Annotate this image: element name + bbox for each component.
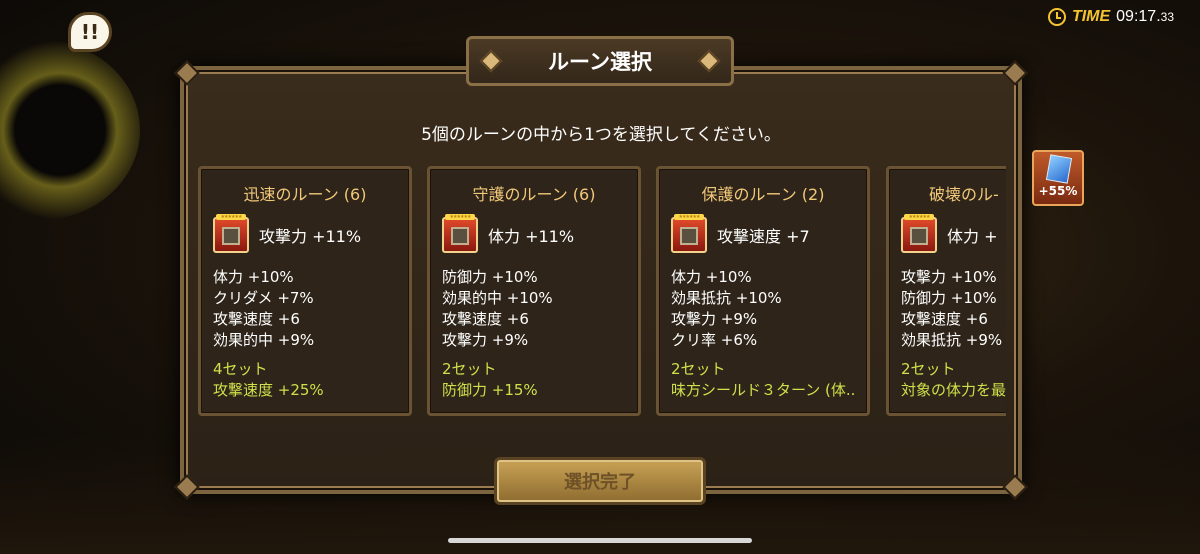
rune-icon: ★★★★★★ <box>901 214 937 253</box>
background-eclipse <box>0 40 140 220</box>
dialog-title-tab: ルーン選択 <box>466 36 734 86</box>
instruction-text: 5個のルーンの中から1つを選択してください。 <box>421 125 781 145</box>
alarm-clock-icon <box>1047 8 1066 26</box>
rune-sub-stat: クリ率 +6% <box>671 331 758 349</box>
rune-sub-stat: 効果抵抗 +10% <box>671 289 782 307</box>
rune-glyph-icon <box>222 227 240 245</box>
frame-corner-icon <box>174 60 200 86</box>
rune-sub-stat: 効果的中 +10% <box>442 289 553 307</box>
rune-name: 破壊のル- <box>929 185 999 204</box>
rune-set-count: 4セット <box>213 360 268 378</box>
rune-sub-stat: 防御力 +10% <box>442 268 538 286</box>
diamond-ornament-icon <box>479 49 503 73</box>
rune-set-count: 2セット <box>442 360 497 378</box>
six-star-icon: ★★★★★★ <box>904 214 934 220</box>
rune-glyph-icon <box>680 227 698 245</box>
rune-main-stat: 体力 + <box>947 227 998 246</box>
rune-sub-stat: 攻撃速度 +6 <box>442 310 529 328</box>
crystal-gem-icon <box>1045 154 1073 184</box>
frame-corner-icon <box>1002 60 1028 86</box>
rune-set-count: 2セット <box>901 360 956 378</box>
rune-main-stat: 攻撃力 +11% <box>259 227 362 246</box>
rune-card[interactable]: 保護のルーン (2) ★★★★★★ 攻撃速度 +7 体力 +10% 効果抵抗 +… <box>656 166 870 416</box>
rune-sub-stat: 体力 +10% <box>671 268 752 286</box>
rune-set-effect: 防御力 +15% <box>442 381 538 399</box>
six-star-icon: ★★★★★★ <box>216 214 246 220</box>
six-star-icon: ★★★★★★ <box>445 214 475 220</box>
rune-sub-stat: 体力 +10% <box>213 268 294 286</box>
confirm-selection-button[interactable]: 選択完了 <box>494 457 706 505</box>
rune-card[interactable]: 守護のルーン (6) ★★★★★★ 体力 +11% 防御力 +10% 効果的中 … <box>427 166 641 416</box>
rune-icon: ★★★★★★ <box>671 214 707 253</box>
boost-percent: +55% <box>1038 184 1078 198</box>
home-indicator[interactable] <box>448 538 752 543</box>
rune-sub-stat: 防御力 +10% <box>901 289 997 307</box>
rune-name: 迅速のルーン (6) <box>243 185 367 204</box>
rune-card-list: 迅速のルーン (6) ★★★★★★ 攻撃力 +11% 体力 +10% クリダメ … <box>198 164 1006 420</box>
rune-sub-stat: 効果抵抗 +9% <box>901 331 1003 349</box>
rune-glyph-icon <box>910 227 928 245</box>
rune-card[interactable]: 迅速のルーン (6) ★★★★★★ 攻撃力 +11% 体力 +10% クリダメ … <box>198 166 412 416</box>
rune-main-stat: 体力 +11% <box>488 227 575 246</box>
rune-sub-stat: 攻撃速度 +6 <box>901 310 988 328</box>
rune-set-effect: 味方シールド３ターン (体.. <box>671 381 855 399</box>
rune-sub-stat: クリダメ +7% <box>213 289 314 307</box>
rune-card[interactable]: 破壊のル- ★★★★★★ 体力 + 攻撃力 +10% 防御力 +10% 攻撃速度… <box>886 166 1006 416</box>
dialog-title: ルーン選択 <box>548 50 652 74</box>
rune-glyph-icon <box>451 227 469 245</box>
rune-sub-stat: 攻撃力 +9% <box>671 310 758 328</box>
time-label: TIME <box>1071 8 1111 25</box>
rune-sub-stat: 攻撃速度 +6 <box>213 310 300 328</box>
rune-sub-stat: 攻撃力 +9% <box>442 331 529 349</box>
rune-name: 保護のルーン (2) <box>701 185 825 204</box>
rune-icon: ★★★★★★ <box>213 214 249 253</box>
rune-sub-stat: 攻撃力 +10% <box>901 268 997 286</box>
time-display: TIME 09:17.33 <box>1047 8 1174 26</box>
alert-speech-icon[interactable]: !! <box>68 12 112 52</box>
rune-sub-stat: 効果的中 +9% <box>213 331 315 349</box>
rune-set-effect: 攻撃速度 +25% <box>213 381 324 399</box>
rune-main-stat: 攻撃速度 +7 <box>717 227 810 246</box>
rune-icon: ★★★★★★ <box>442 214 478 253</box>
six-star-icon: ★★★★★★ <box>674 214 704 220</box>
boost-badge[interactable]: +55% <box>1032 150 1084 206</box>
rune-name: 守護のルーン (6) <box>472 185 596 204</box>
time-value: 09:17.33 <box>1116 8 1174 25</box>
rune-set-count: 2セット <box>671 360 726 378</box>
rune-set-effect: 対象の体力を最 <box>901 381 1006 399</box>
diamond-ornament-icon <box>697 49 721 73</box>
